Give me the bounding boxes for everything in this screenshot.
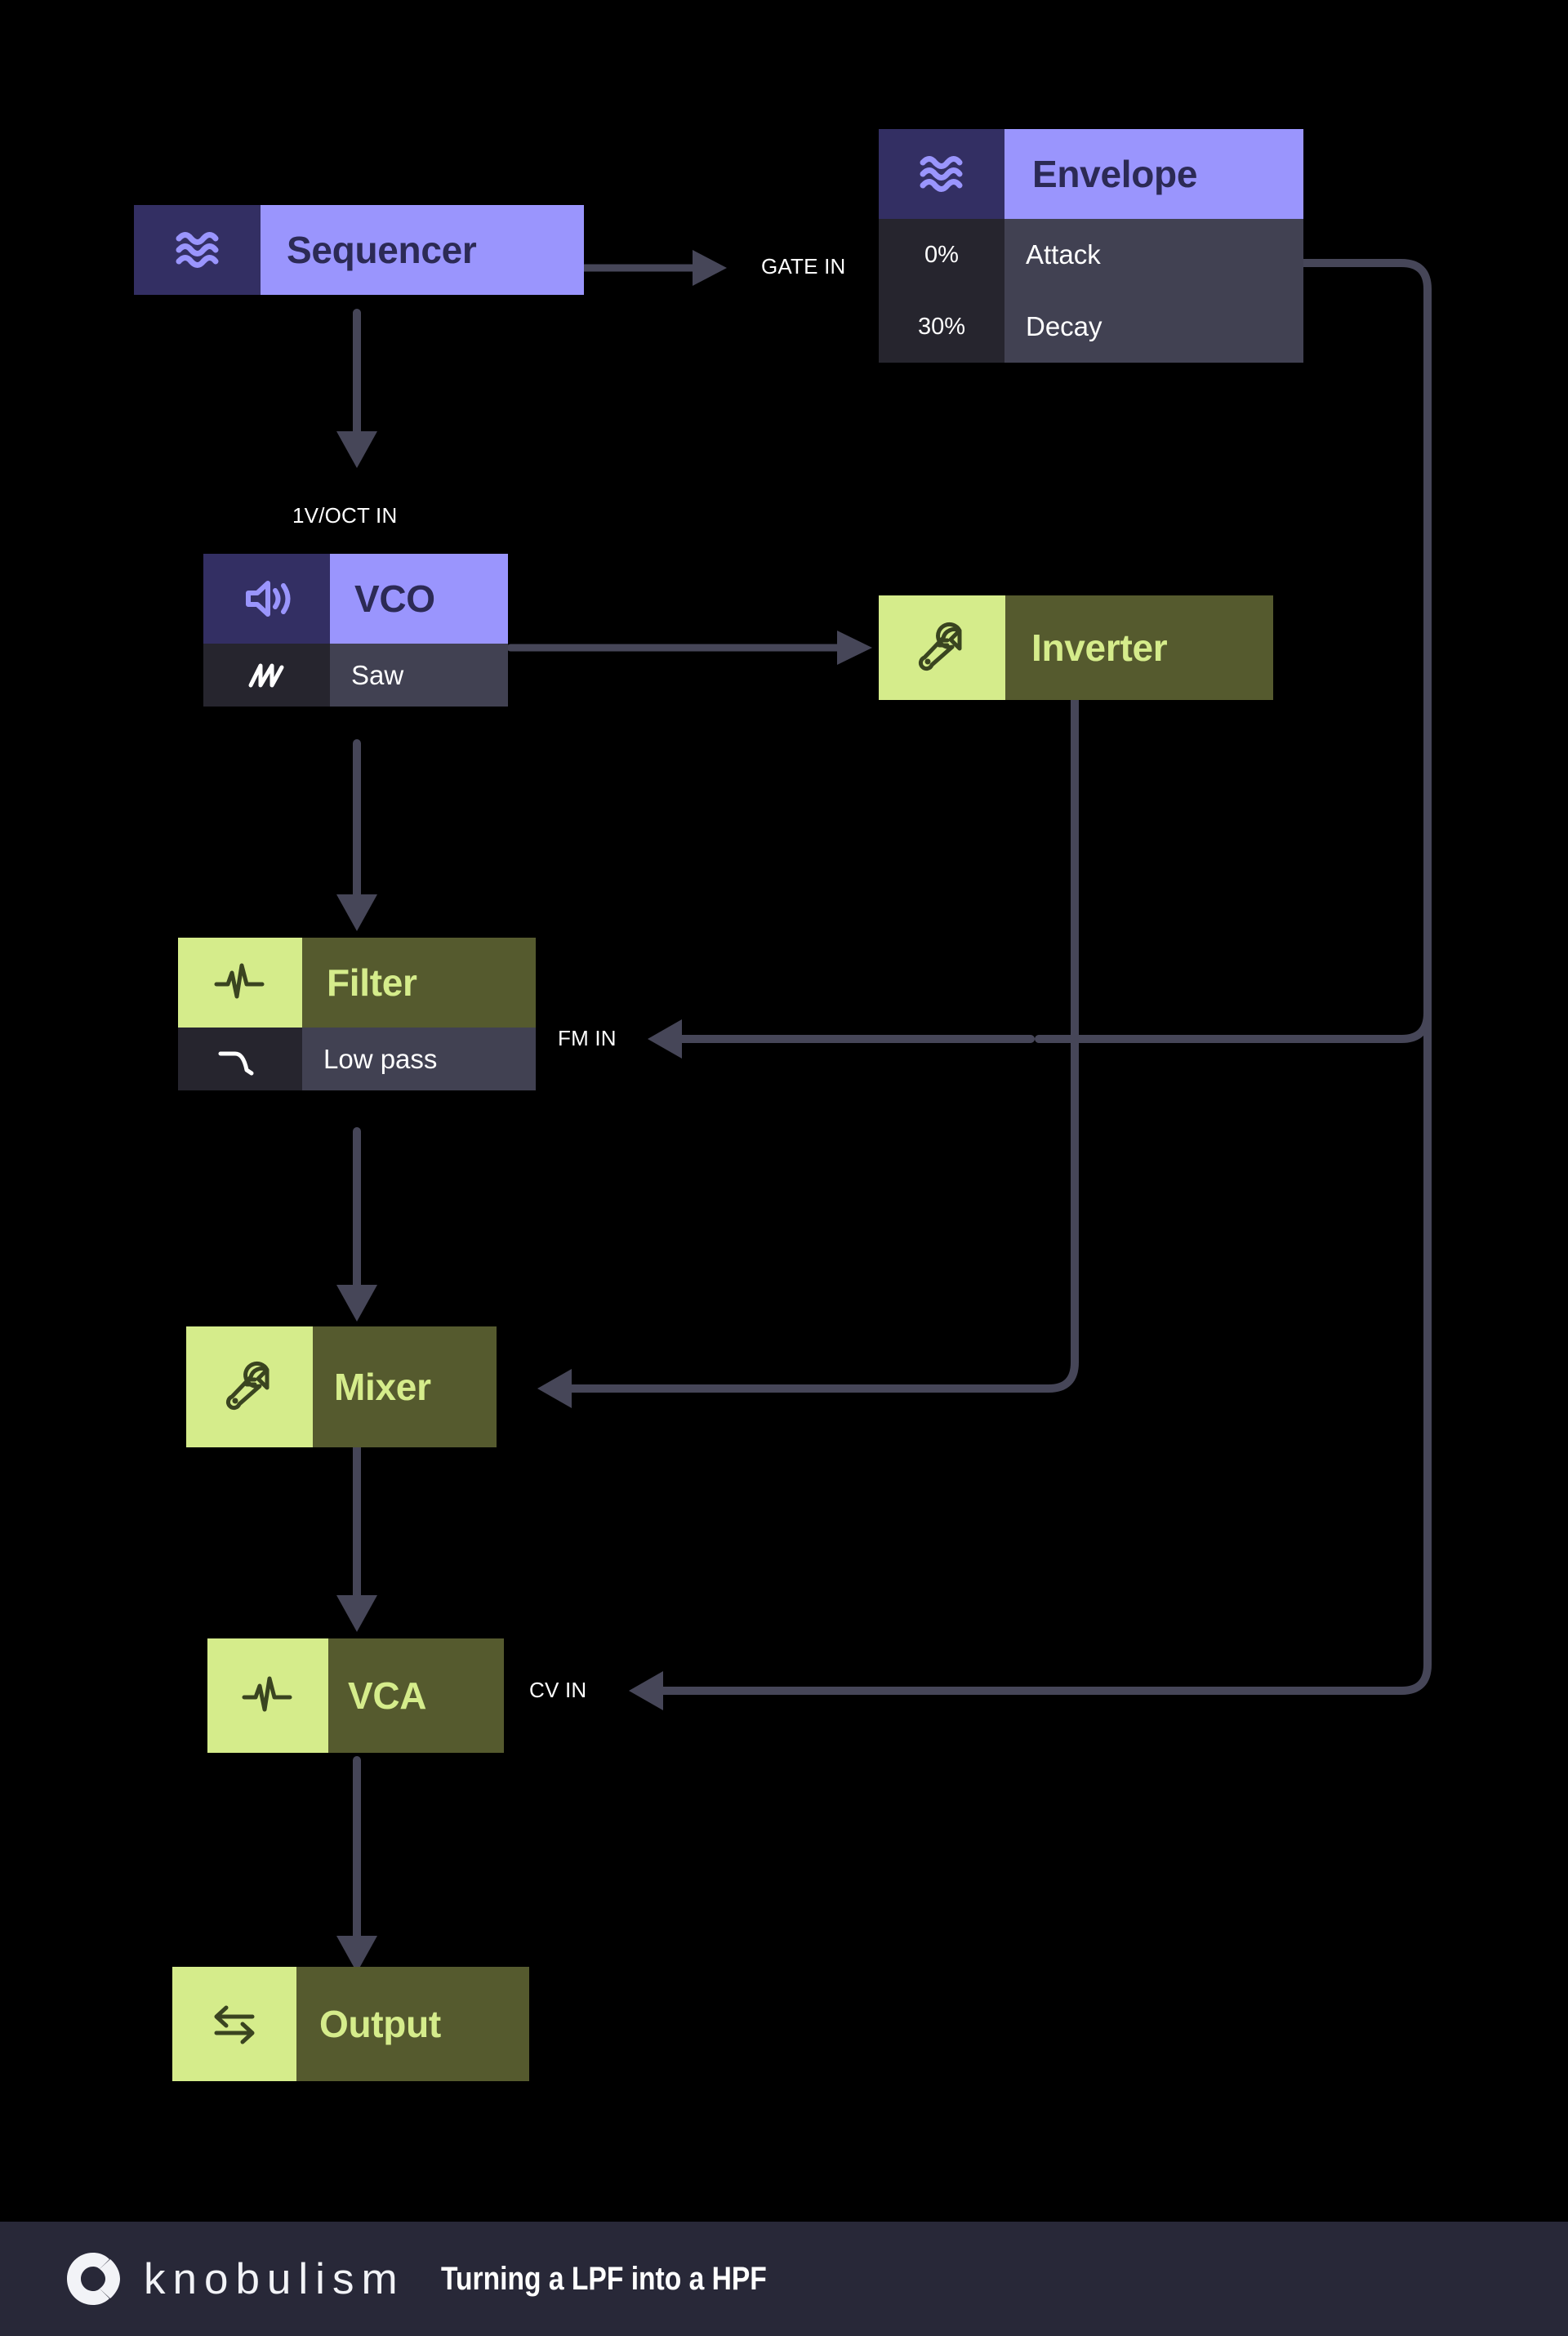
module-header: Output [172,1967,529,2081]
module-mixer[interactable]: Mixer [186,1326,497,1447]
lowpass-curve-icon [178,1028,302,1090]
exchange-arrows-icon [172,1967,296,2081]
module-title: VCA [328,1638,504,1753]
wire-vca-to-output [336,1756,377,1973]
pulse-icon [178,938,302,1028]
module-title: Filter [302,938,536,1028]
wire-sequencer-to-vco [336,309,377,468]
module-output[interactable]: Output [172,1967,529,2081]
param-label: Saw [330,644,508,707]
wire-vco-to-inverter [506,631,872,665]
param-row-decay[interactable]: 30% Decay [879,291,1303,363]
saw-wave-icon [203,644,330,707]
module-vco[interactable]: VCO Saw [203,554,508,707]
waves-icon [134,205,261,295]
module-filter[interactable]: Filter Low pass [178,938,536,1090]
module-title: Mixer [313,1326,497,1447]
module-title: Output [296,1967,529,2081]
param-row-waveform[interactable]: Saw [203,644,508,707]
module-header: Inverter [879,595,1273,700]
module-envelope[interactable]: Envelope 0% Attack 30% Decay [879,129,1303,363]
module-header: VCA [207,1638,504,1753]
wire-label-gate-in: GATE IN [761,254,846,279]
param-value: 30% [879,291,1004,363]
wrench-icon [186,1326,313,1447]
wire-sequencer-to-envelope [580,250,727,286]
module-title: VCO [330,554,508,644]
wire-envelope-bus [629,259,1432,1710]
diagram-canvas: GATE IN 1V/OCT IN FM IN CV IN Sequencer [0,0,1568,2336]
brand-wordmark: knobulism [144,2254,405,2303]
module-header: Filter [178,938,536,1028]
param-value: 0% [879,219,1004,291]
module-sequencer[interactable]: Sequencer [134,205,584,295]
module-title: Envelope [1004,129,1303,219]
module-inverter[interactable]: Inverter [879,595,1273,700]
knobulism-logo-icon [67,2253,120,2305]
footer-caption: Turning a LPF into a HPF [440,2260,767,2297]
param-label: Low pass [302,1028,536,1090]
module-title: Inverter [1005,595,1273,700]
wire-filter-to-mixer [336,1127,377,1322]
module-header: VCO [203,554,508,644]
footer-bar: knobulism Turning a LPF into a HPF [0,2222,1568,2336]
param-label: Decay [1004,291,1303,363]
speaker-icon [203,554,330,644]
param-row-attack[interactable]: 0% Attack [879,219,1303,291]
module-header: Mixer [186,1326,497,1447]
waves-icon [879,129,1004,219]
wrench-icon [879,595,1005,700]
wire-label-fm-in: FM IN [558,1026,617,1050]
module-header: Envelope [879,129,1303,219]
module-header: Sequencer [134,205,584,295]
wire-inverter-to-mixer [537,694,1079,1408]
wire-mixer-to-vca [336,1443,377,1632]
module-title: Sequencer [261,205,584,295]
wire-label-1v-oct-in: 1V/OCT IN [292,503,398,528]
module-vca[interactable]: VCA [207,1638,504,1753]
param-label: Attack [1004,219,1303,291]
wire-vco-to-filter [336,739,377,931]
param-row-filter-type[interactable]: Low pass [178,1028,536,1090]
wire-label-cv-in: CV IN [529,1678,587,1702]
pulse-icon [207,1638,328,1753]
